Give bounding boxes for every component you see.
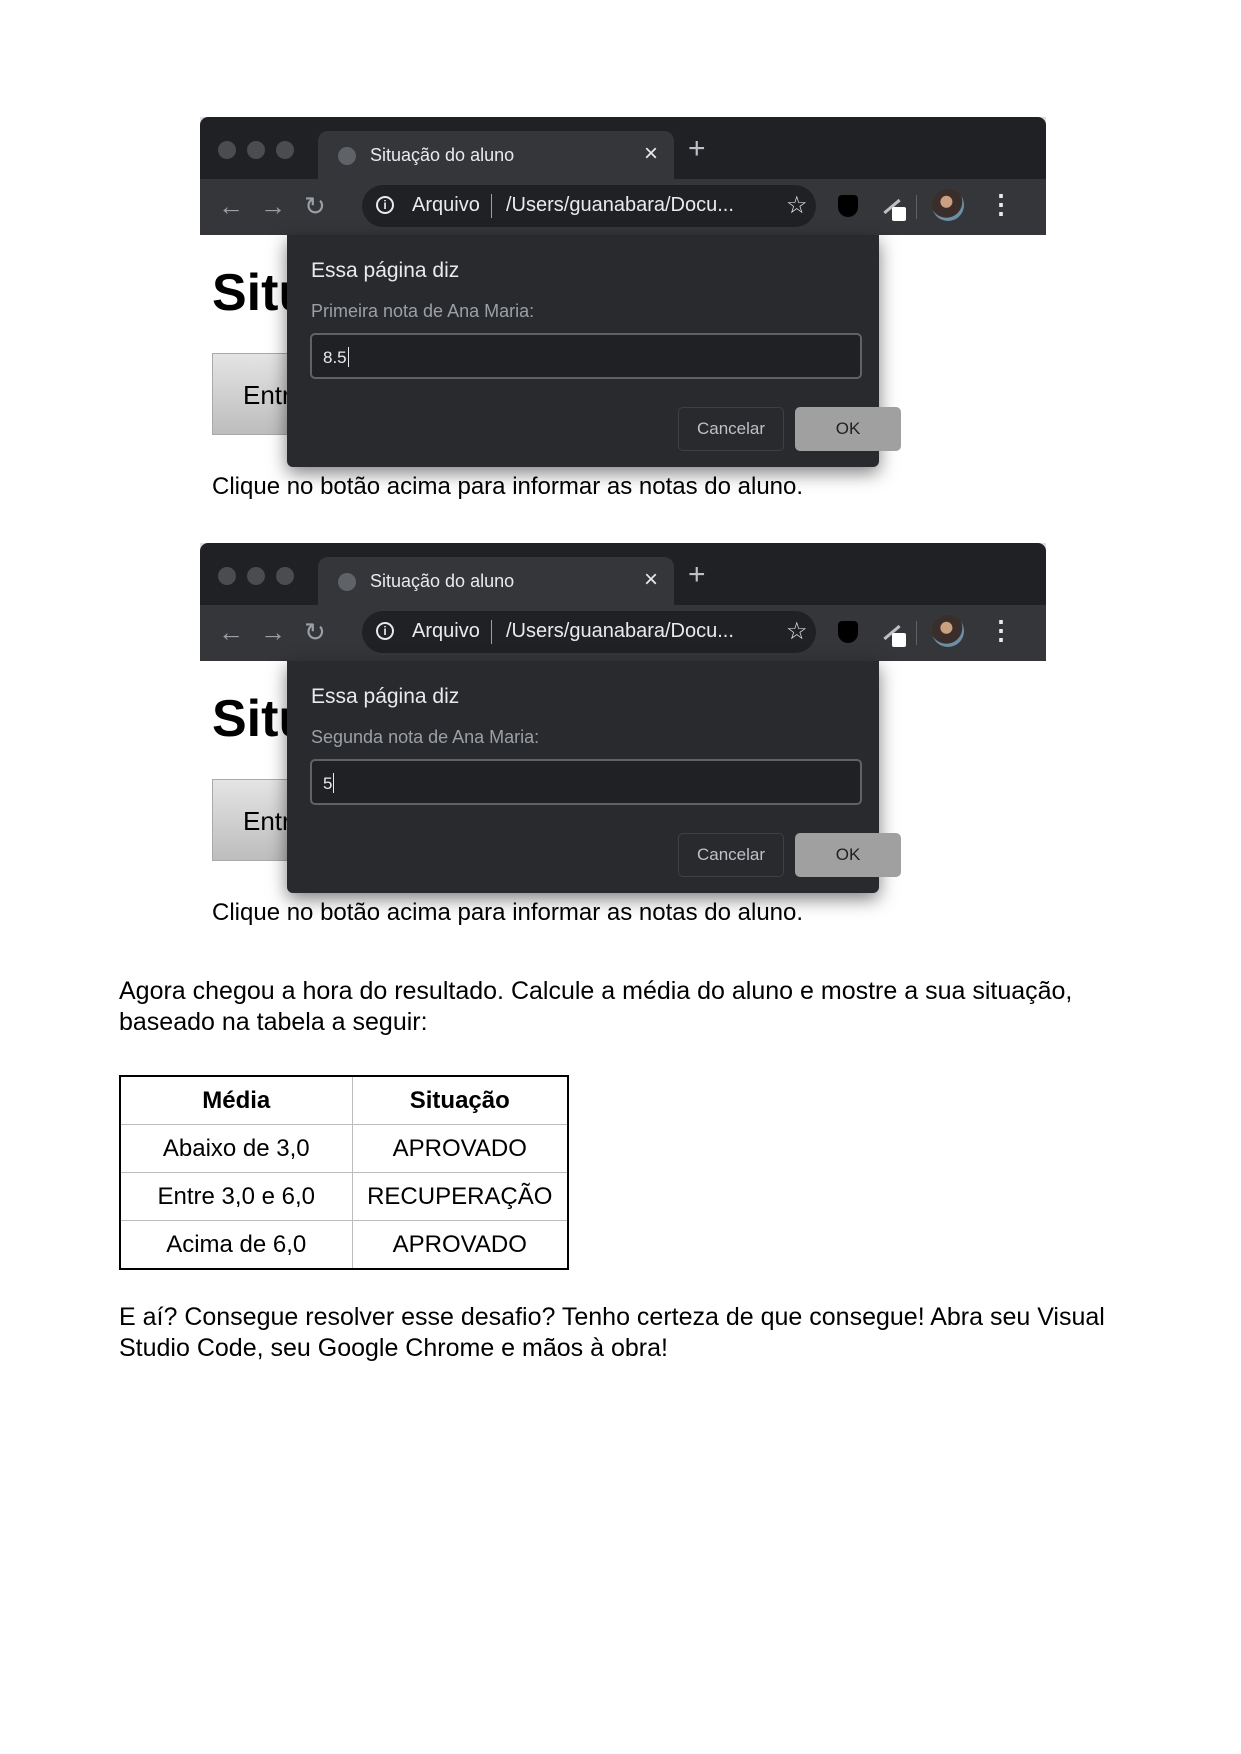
table-row: Entre 3,0 e 6,0 RECUPERAÇÃO <box>119 1172 569 1221</box>
toolbar: ← → ↻ i Arquivo /Users/guanabara/Docu...… <box>200 605 1046 661</box>
close-icon[interactable]: × <box>644 566 658 594</box>
prompt-dialog: Essa página diz Segunda nota de Ana Mari… <box>287 661 901 893</box>
kebab-menu-icon[interactable]: ⋮ <box>988 189 1014 219</box>
address-scheme: Arquivo <box>412 194 480 216</box>
browser-screenshot-2: Situação do aluno × + ← → ↻ i Arquivo /U… <box>200 543 1046 948</box>
toolbar-divider <box>916 195 917 219</box>
plus-icon[interactable]: + <box>688 560 706 590</box>
window-maximize-dot[interactable] <box>276 567 294 585</box>
close-icon[interactable]: × <box>644 140 658 168</box>
table-cell: Abaixo de 3,0 <box>119 1124 353 1173</box>
address-bar[interactable]: i Arquivo /Users/guanabara/Docu... ☆ <box>362 185 816 227</box>
back-arrow-icon[interactable]: ← <box>218 191 244 221</box>
forward-arrow-icon[interactable]: → <box>260 617 286 647</box>
table-row: Acima de 6,0 APROVADO <box>119 1220 569 1270</box>
dialog-message: Primeira nota de Ana Maria: <box>311 301 535 321</box>
table-cell: APROVADO <box>351 1124 569 1173</box>
window-minimize-dot[interactable] <box>247 567 265 585</box>
shield-icon[interactable] <box>838 621 858 643</box>
dialog-input[interactable]: 8.5 <box>310 333 862 379</box>
column-header-situacao: Situação <box>351 1075 569 1125</box>
window-minimize-dot[interactable] <box>247 141 265 159</box>
table-cell: APROVADO <box>351 1220 569 1270</box>
tab-title: Situação do aluno <box>370 145 515 165</box>
table-cell: Entre 3,0 e 6,0 <box>119 1172 353 1221</box>
window-maximize-dot[interactable] <box>276 141 294 159</box>
ok-button[interactable]: OK <box>795 833 901 877</box>
globe-icon <box>338 573 356 591</box>
tab-title: Situação do aluno <box>370 571 515 591</box>
enter-grades-label: Entr <box>243 380 291 410</box>
reload-icon[interactable]: ↻ <box>304 617 326 647</box>
toolbar: ← → ↻ i Arquivo /Users/guanabara/Docu...… <box>200 179 1046 235</box>
table-header-row: Média Situação <box>119 1075 569 1125</box>
address-url: /Users/guanabara/Docu... <box>506 194 734 216</box>
reload-icon[interactable]: ↻ <box>304 191 326 221</box>
info-icon[interactable]: i <box>376 622 394 640</box>
dialog-input-value: 8.5 <box>323 348 347 367</box>
star-icon[interactable]: ☆ <box>786 617 808 646</box>
tab-bar: Situação do aluno × + <box>200 543 1046 605</box>
intro-paragraph: Agora chegou a hora do resultado. Calcul… <box>119 977 1073 1036</box>
cancel-button[interactable]: Cancelar <box>678 833 784 877</box>
back-arrow-icon[interactable]: ← <box>218 617 244 647</box>
pen-icon[interactable] <box>880 619 906 647</box>
cancel-button[interactable]: Cancelar <box>678 407 784 451</box>
closing-paragraph: E aí? Consegue resolver esse desafio? Te… <box>119 1303 1105 1362</box>
enter-grades-label: Entr <box>243 806 291 836</box>
kebab-menu-icon[interactable]: ⋮ <box>988 615 1014 645</box>
plus-icon[interactable]: + <box>688 134 706 164</box>
browser-screenshot-1: Situação do aluno × + ← → ↻ i Arquivo /U… <box>200 117 1046 522</box>
avatar[interactable] <box>932 615 964 647</box>
address-divider <box>491 620 492 644</box>
prompt-dialog: Essa página diz Primeira nota de Ana Mar… <box>287 235 901 467</box>
dialog-message: Segunda nota de Ana Maria: <box>311 727 540 747</box>
tab-situacao-do-aluno[interactable]: Situação do aluno × <box>318 557 674 605</box>
shield-icon[interactable] <box>838 195 858 217</box>
info-icon[interactable]: i <box>376 196 394 214</box>
address-divider <box>491 194 492 218</box>
dialog-title: Essa página diz <box>311 259 460 282</box>
toolbar-divider <box>916 621 917 645</box>
window-close-dot[interactable] <box>218 567 236 585</box>
address-bar[interactable]: i Arquivo /Users/guanabara/Docu... ☆ <box>362 611 816 653</box>
dialog-input[interactable]: 5 <box>310 759 862 805</box>
table-cell: Acima de 6,0 <box>119 1220 353 1270</box>
browser-window: Situação do aluno × + ← → ↻ i Arquivo /U… <box>200 117 1046 522</box>
window-close-dot[interactable] <box>218 141 236 159</box>
column-header-media: Média <box>119 1075 353 1125</box>
page-hint: Clique no botão acima para informar as n… <box>212 899 804 926</box>
pen-icon[interactable] <box>880 193 906 221</box>
star-icon[interactable]: ☆ <box>786 191 808 220</box>
page-hint: Clique no botão acima para informar as n… <box>212 473 804 500</box>
address-scheme: Arquivo <box>412 620 480 642</box>
tab-situacao-do-aluno[interactable]: Situação do aluno × <box>318 131 674 179</box>
table-row: Abaixo de 3,0 APROVADO <box>119 1124 569 1173</box>
avatar[interactable] <box>932 189 964 221</box>
table-cell: RECUPERAÇÃO <box>351 1172 569 1221</box>
address-url: /Users/guanabara/Docu... <box>506 620 734 642</box>
dialog-input-value: 5 <box>323 774 333 793</box>
grade-table: Média Situação Abaixo de 3,0 APROVADO En… <box>119 1075 569 1270</box>
browser-window: Situação do aluno × + ← → ↻ i Arquivo /U… <box>200 543 1046 948</box>
tab-bar: Situação do aluno × + <box>200 117 1046 179</box>
globe-icon <box>338 147 356 165</box>
ok-button[interactable]: OK <box>795 407 901 451</box>
forward-arrow-icon[interactable]: → <box>260 191 286 221</box>
dialog-title: Essa página diz <box>311 685 460 708</box>
